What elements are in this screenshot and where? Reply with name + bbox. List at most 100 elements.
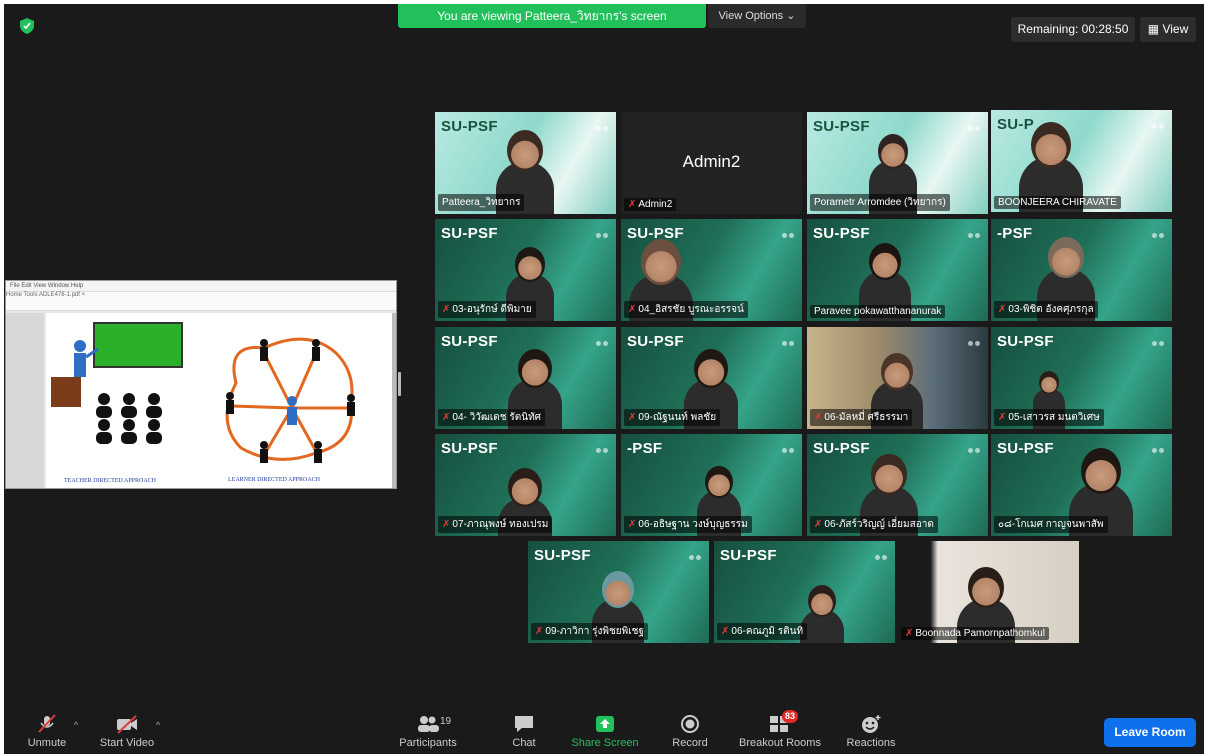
participant-name: Porametr Arromdee (วิทยากร) <box>814 197 946 208</box>
participant-tile[interactable]: ✗ Boonnada Pamornpathomkul <box>898 541 1079 643</box>
participant-name: 04_อิสรชัย บูรณะอรรจน์ <box>638 304 744 315</box>
participant-name-label: BOONJEERA CHIRAVATE <box>994 196 1121 209</box>
tile-status-icon <box>594 333 610 346</box>
participant-tile[interactable]: SU-PSF ✗ 06-คณภูมิ รตินทิ <box>714 541 895 643</box>
participant-head <box>881 353 913 390</box>
video-options-caret[interactable]: ^ <box>156 720 160 730</box>
su-psf-background-text: SU-PSF <box>627 225 684 242</box>
start-video-button[interactable]: Start Video <box>94 706 160 754</box>
participant-tile[interactable]: SU-P BOONJEERA CHIRAVATE <box>991 110 1172 212</box>
muted-mic-icon: ✗ <box>998 412 1007 423</box>
participant-tile[interactable]: SU-PSF ✗ 07-ภาณุพงษ์ ทองเปรม <box>435 434 616 536</box>
muted-mic-icon: ✗ <box>628 304 637 315</box>
participant-head <box>518 349 552 389</box>
tile-status-icon <box>780 333 796 346</box>
record-label: Record <box>672 737 708 749</box>
participant-tile[interactable]: -PSF ✗ 03-พิชิต อังคศุภรกุล <box>991 219 1172 321</box>
record-icon <box>681 715 699 733</box>
tile-status-icon <box>594 118 610 131</box>
muted-mic-icon: ✗ <box>628 199 637 210</box>
participant-tile[interactable]: SU-PSF ✗ 09-ภาวิกา รุ่งพิชยพิเชฐ <box>528 541 709 643</box>
shared-scrollbar[interactable] <box>392 313 396 488</box>
participant-head <box>869 243 901 280</box>
participant-head <box>1031 122 1071 168</box>
tile-status-icon <box>1150 333 1166 346</box>
participant-name: BOONJEERA CHIRAVATE <box>998 197 1117 208</box>
participant-name: 06-อธิษฐาน วงษ์บุญธรรม <box>638 519 748 530</box>
breakout-rooms-button[interactable]: 83 Breakout Rooms <box>732 706 828 754</box>
participant-tile[interactable]: ✗ 06-มัลหมี่ ศรีธรรมา <box>807 327 988 429</box>
audio-options-caret[interactable]: ^ <box>74 720 78 730</box>
view-button[interactable]: ▦ View <box>1140 17 1196 42</box>
participant-name: 09-ภาวิกา รุ่งพิชยพิเชฐ <box>545 626 644 637</box>
participant-tile[interactable]: SU-PSF ✗ 04_อิสรชัย บูรณะอรรจน์ <box>621 219 802 321</box>
participant-head <box>878 134 908 169</box>
chat-label: Chat <box>512 737 536 749</box>
participant-name: 09-ณัฐนนท์ พลชัย <box>638 412 717 423</box>
participant-tile[interactable]: SU-PSF ✗ 06-ภัสร์วริญญ์ เอี่ยมสอาด <box>807 434 988 536</box>
tile-status-icon <box>966 333 982 346</box>
participants-button[interactable]: 19 Participants <box>392 706 464 754</box>
su-psf-background-text: SU-PSF <box>627 333 684 350</box>
muted-mic-icon: ✗ <box>442 304 451 315</box>
caption-teacher: TEACHER DIRECTED APPROACH <box>64 478 157 484</box>
participant-tile[interactable]: SU-PSF ✗ 03-อนุรักษ์ ดีพิมาย <box>435 219 616 321</box>
muted-mic-icon: ✗ <box>628 519 637 530</box>
participant-tile[interactable]: Admin2 ✗ Admin2 <box>621 112 802 214</box>
participant-head <box>968 567 1004 609</box>
leave-room-button[interactable]: Leave Room <box>1104 718 1196 747</box>
participant-name-label: Paravee pokawatthananurak <box>810 305 946 318</box>
muted-mic-icon: ✗ <box>721 626 730 637</box>
participant-tile[interactable]: SU-PSF ✗ 04- วิวัฒเดช รัตนิทัศ <box>435 327 616 429</box>
unmute-button[interactable]: Unmute <box>22 706 72 754</box>
participant-name: ๐๘-โกเมศ กาญจนพาสัพ <box>998 519 1104 530</box>
participant-tile[interactable]: SU-PSF ✗ 05-เสาวรส มนตวิเศษ <box>991 327 1172 429</box>
participant-name-label: Porametr Arromdee (วิทยากร) <box>810 194 950 211</box>
reactions-button[interactable]: Reactions <box>838 706 904 754</box>
participant-tile[interactable]: SU-PSF Porametr Arromdee (วิทยากร) <box>807 112 988 214</box>
video-off-icon <box>117 715 137 734</box>
participant-name-label: ✗ 06-คณภูมิ รตินทิ <box>717 623 808 640</box>
su-psf-background-text: -PSF <box>627 440 663 457</box>
tile-status-icon <box>780 225 796 238</box>
participant-head <box>602 571 634 608</box>
participant-name-label: ✗ 05-เสาวรส มนตวิเศษ <box>994 409 1104 426</box>
tile-status-icon <box>1150 116 1166 129</box>
tile-status-icon <box>873 547 889 560</box>
chat-icon <box>515 716 533 732</box>
record-button[interactable]: Record <box>664 706 716 754</box>
participant-tile[interactable]: SU-PSF ✗ 09-ณัฐนนท์ พลชัย <box>621 327 802 429</box>
share-screen-label: Share Screen <box>571 737 639 749</box>
caption-learner: LEARNER DIRECTED APPROACH <box>228 477 321 483</box>
participant-name: 07-ภาณุพงษ์ ทองเปรม <box>452 519 549 530</box>
participant-name: 03-อนุรักษ์ ดีพิมาย <box>452 304 532 315</box>
participant-name-label: ✗ 04_อิสรชัย บูรณะอรรจน์ <box>624 301 748 318</box>
participant-name: 06-มัลหมี่ ศรีธรรมา <box>824 412 909 423</box>
view-options-button[interactable]: View Options ⌄ <box>708 4 806 28</box>
participant-tile[interactable]: SU-PSF Paravee pokawatthananurak <box>807 219 988 321</box>
participant-name-label: ✗ Admin2 <box>624 198 677 211</box>
participant-tile[interactable]: SU-PSF Patteera_วิทยากร <box>435 112 616 214</box>
shared-sidebar <box>6 313 44 488</box>
participant-name: Boonnada Pamornpathomkul <box>915 628 1045 639</box>
su-psf-background-text: SU-P <box>997 116 1035 133</box>
su-psf-background-text: SU-PSF <box>813 118 870 135</box>
chat-button[interactable]: Chat <box>500 706 548 754</box>
participant-name-label: ✗ 06-อธิษฐาน วงษ์บุญธรรม <box>624 516 752 533</box>
remaining-time: Remaining: 00:28:50 <box>1011 17 1135 42</box>
participant-head <box>641 239 681 285</box>
participant-tile[interactable]: -PSF ✗ 06-อธิษฐาน วงษ์บุญธรรม <box>621 434 802 536</box>
su-psf-background-text: SU-PSF <box>441 225 498 242</box>
participant-name-label: ๐๘-โกเมศ กาญจนพาสัพ <box>994 516 1108 533</box>
view-label: View <box>1162 22 1189 36</box>
resize-handle[interactable] <box>398 372 401 396</box>
shared-screen[interactable]: File Edit View Window Help Home Tools AD… <box>5 280 397 489</box>
share-screen-button[interactable]: Share Screen <box>564 706 646 754</box>
su-psf-background-text: SU-PSF <box>720 547 777 564</box>
participant-tile[interactable]: SU-PSF ๐๘-โกเมศ กาญจนพาสัพ <box>991 434 1172 536</box>
reactions-label: Reactions <box>846 737 896 749</box>
shield-icon[interactable] <box>20 18 34 34</box>
participant-name-label: ✗ Boonnada Pamornpathomkul <box>901 627 1049 640</box>
su-psf-background-text: SU-PSF <box>534 547 591 564</box>
participant-name-label: ✗ 09-ณัฐนนท์ พลชัย <box>624 409 721 426</box>
